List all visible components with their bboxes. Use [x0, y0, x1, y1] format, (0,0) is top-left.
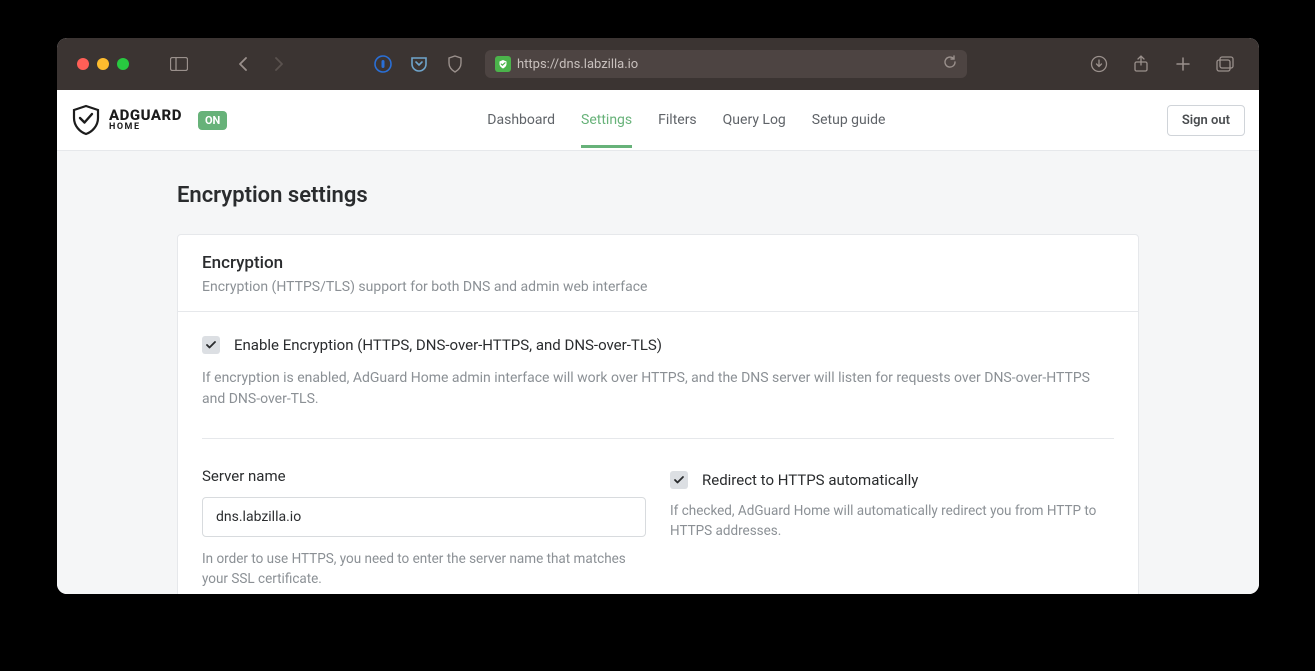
logo-text-bottom: HOME [109, 123, 182, 132]
form-row: Server name In order to use HTTPS, you n… [202, 467, 1114, 590]
status-badge: ON [198, 111, 227, 130]
app-logo[interactable]: ADGUARD HOME ON [71, 104, 227, 136]
server-name-input[interactable] [202, 497, 646, 537]
nav-settings[interactable]: Settings [581, 92, 632, 148]
card-body: Enable Encryption (HTTPS, DNS-over-HTTPS… [178, 312, 1138, 594]
nav-setup-guide[interactable]: Setup guide [812, 92, 886, 148]
enable-encryption-help: If encryption is enabled, AdGuard Home a… [202, 368, 1114, 410]
browser-titlebar: https://dns.labzilla.io [57, 38, 1259, 90]
redirect-checkbox[interactable] [670, 471, 688, 489]
enable-encryption-checkbox[interactable] [202, 336, 220, 354]
nav-query-log[interactable]: Query Log [723, 92, 786, 148]
privacy-shield-icon[interactable] [441, 50, 469, 78]
browser-window: https://dns.labzilla.io [57, 38, 1259, 594]
enable-encryption-label: Enable Encryption (HTTPS, DNS-over-HTTPS… [234, 336, 662, 354]
redirect-help: If checked, AdGuard Home will automatica… [670, 501, 1114, 542]
server-name-help: In order to use HTTPS, you need to enter… [202, 549, 646, 590]
redirect-label: Redirect to HTTPS automatically [702, 471, 918, 489]
app-header: ADGUARD HOME ON Dashboard Settings Filte… [57, 90, 1259, 151]
extension-pocket-icon[interactable] [405, 50, 433, 78]
share-icon[interactable] [1127, 50, 1155, 78]
address-bar[interactable]: https://dns.labzilla.io [485, 50, 967, 78]
divider [202, 438, 1114, 439]
adguard-shield-icon [71, 104, 101, 136]
window-close-button[interactable] [77, 58, 89, 70]
sign-out-button[interactable]: Sign out [1167, 105, 1245, 136]
page-body: Encryption settings Encryption Encryptio… [57, 151, 1259, 594]
sidebar-toggle-icon[interactable] [165, 50, 193, 78]
extension-1password-icon[interactable] [369, 50, 397, 78]
card-title: Encryption [202, 253, 1114, 273]
app-content: ADGUARD HOME ON Dashboard Settings Filte… [57, 90, 1259, 594]
new-tab-icon[interactable] [1169, 50, 1197, 78]
enable-encryption-row[interactable]: Enable Encryption (HTTPS, DNS-over-HTTPS… [202, 336, 1114, 354]
url-text: https://dns.labzilla.io [517, 57, 937, 72]
window-maximize-button[interactable] [117, 58, 129, 70]
site-lock-icon [495, 56, 511, 72]
tabs-overview-icon[interactable] [1211, 50, 1239, 78]
forward-button-icon[interactable] [265, 50, 293, 78]
logo-text: ADGUARD HOME [109, 108, 182, 132]
window-minimize-button[interactable] [97, 58, 109, 70]
nav-dashboard[interactable]: Dashboard [487, 92, 555, 148]
downloads-icon[interactable] [1085, 50, 1113, 78]
redirect-col: Redirect to HTTPS automatically If check… [670, 467, 1114, 590]
logo-text-top: ADGUARD [109, 108, 182, 123]
main-nav: Dashboard Settings Filters Query Log Set… [487, 92, 885, 148]
back-button-icon[interactable] [229, 50, 257, 78]
reload-icon[interactable] [943, 55, 957, 73]
card-header: Encryption Encryption (HTTPS/TLS) suppor… [178, 235, 1138, 312]
page-title: Encryption settings [177, 183, 1139, 208]
encryption-card: Encryption Encryption (HTTPS/TLS) suppor… [177, 234, 1139, 594]
card-subtitle: Encryption (HTTPS/TLS) support for both … [202, 279, 1114, 295]
traffic-lights [77, 58, 129, 70]
server-name-col: Server name In order to use HTTPS, you n… [202, 467, 646, 590]
nav-filters[interactable]: Filters [658, 92, 697, 148]
redirect-row[interactable]: Redirect to HTTPS automatically [670, 471, 1114, 489]
server-name-label: Server name [202, 467, 646, 485]
